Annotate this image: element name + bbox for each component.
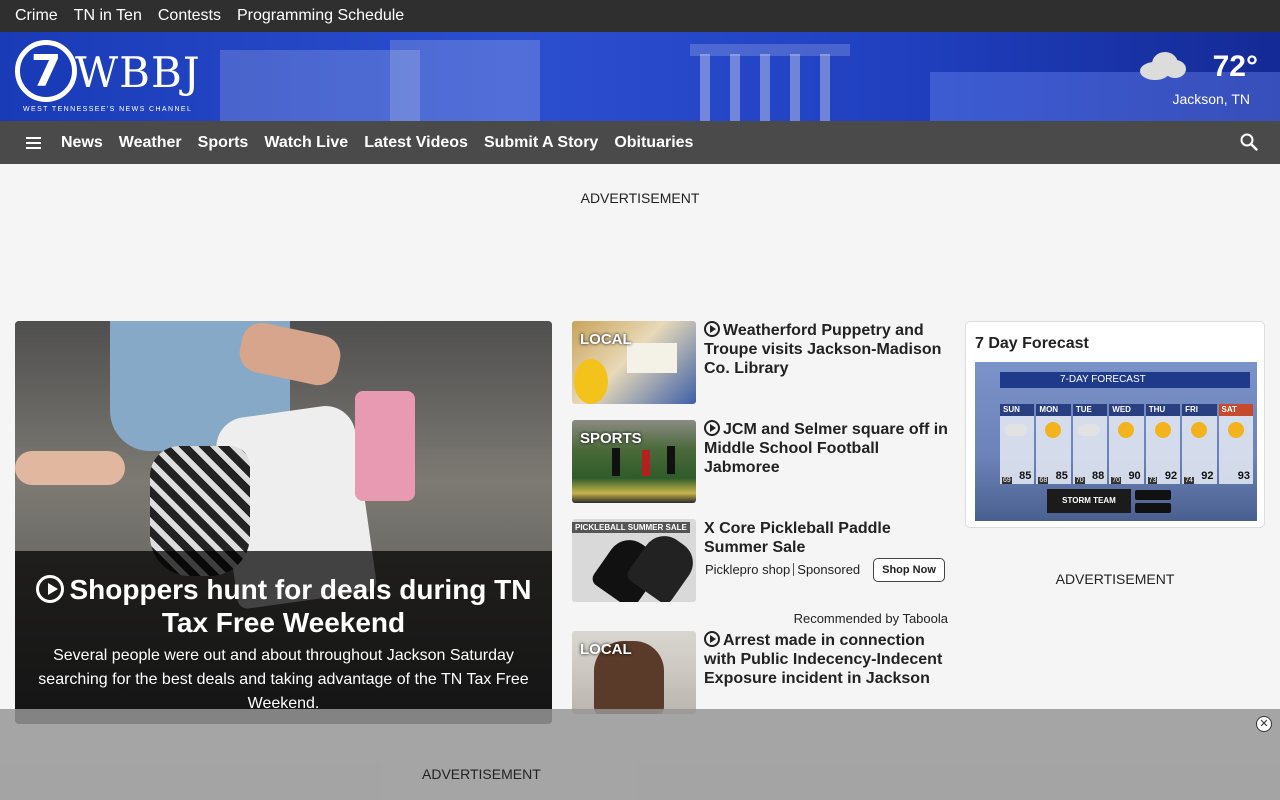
hero-story[interactable]: Shoppers hunt for deals during TN Tax Fr… xyxy=(15,321,552,724)
utility-link-programming-schedule[interactable]: Programming Schedule xyxy=(237,7,404,25)
site-logo[interactable]: 7 WBBJ WEST TENNESSEE'S NEWS CHANNEL xyxy=(15,40,205,116)
cloudy-icon xyxy=(1140,52,1186,80)
story-category-badge: SPORTS xyxy=(580,430,642,447)
app-store-badge xyxy=(1135,503,1171,513)
shop-now-button[interactable]: Shop Now xyxy=(873,558,945,582)
sun-icon xyxy=(1045,422,1062,438)
nav-sports[interactable]: Sports xyxy=(198,134,249,152)
nav-submit-a-story[interactable]: Submit A Story xyxy=(484,134,598,152)
taboola-attribution[interactable]: Recommended by Taboola xyxy=(572,611,948,626)
story-headline[interactable]: Arrest made in connection with Public In… xyxy=(704,631,948,688)
play-video-icon xyxy=(35,575,64,603)
weather-location: Jackson, TN xyxy=(1172,91,1250,107)
play-video-icon xyxy=(704,321,720,337)
cloud-rain-icon xyxy=(1005,424,1027,436)
column-graphic xyxy=(700,54,710,121)
building-graphic xyxy=(390,40,540,121)
column-graphic xyxy=(790,54,800,121)
search-icon[interactable] xyxy=(1240,133,1258,151)
storm-team-logo: STORM TEAM WEATHER xyxy=(1047,489,1131,521)
sponsored-headline[interactable]: X Core Pickleball Paddle Summer Sale xyxy=(704,519,948,557)
sponsor-attribution: Picklepro shop Sponsored xyxy=(705,562,860,577)
logo-tagline: WEST TENNESSEE'S NEWS CHANNEL xyxy=(23,106,193,113)
story-thumbnail[interactable]: SPORTS xyxy=(572,420,696,503)
main-nav: News Weather Sports Watch Live Latest Vi… xyxy=(0,121,1280,164)
forecast-day: THU 73 92 xyxy=(1145,404,1181,484)
ad-label-top: ADVERTISEMENT xyxy=(580,190,700,206)
forecast-day: SUN 69 85 xyxy=(1000,404,1035,484)
forecast-days: SUN 69 85 MON 68 85 TUE 70 88 WED 70 90 THU 73 92 … xyxy=(1000,404,1255,484)
column-graphic xyxy=(820,54,830,121)
site-header-banner: 7 WBBJ WEST TENNESSEE'S NEWS CHANNEL 72°… xyxy=(0,32,1280,121)
forecast-day: TUE 70 88 xyxy=(1072,404,1108,484)
forecast-day: MON 68 85 xyxy=(1036,404,1071,484)
story-thumbnail[interactable]: LOCAL xyxy=(572,631,696,714)
cloud-icon xyxy=(1077,424,1100,436)
logo-letters: WBBJ xyxy=(75,48,201,97)
nav-weather[interactable]: Weather xyxy=(119,134,182,152)
utility-link-contests[interactable]: Contests xyxy=(158,7,221,25)
sponsored-thumbnail[interactable]: PICKLEBALL SUMMER SALE xyxy=(572,519,696,602)
story-category-badge: LOCAL xyxy=(580,641,632,658)
ad-label-right: ADVERTISEMENT xyxy=(1055,571,1175,587)
header-weather-widget[interactable]: 72° Jackson, TN xyxy=(1140,50,1262,110)
forecast-day: SAT 93 xyxy=(1218,404,1253,484)
forecast-graphic[interactable]: 7-DAY FORECAST SUN 69 85 MON 68 85 TUE 70 88 W… xyxy=(975,362,1257,521)
utility-link-tn-in-ten[interactable]: TN in Ten xyxy=(74,7,142,25)
logo-seven: 7 xyxy=(15,40,77,102)
nav-obituaries[interactable]: Obituaries xyxy=(614,134,693,152)
list-item[interactable]: LOCAL Weatherford Puppetry and Troupe vi… xyxy=(572,321,952,404)
menu-icon[interactable] xyxy=(26,136,41,149)
sponsor-name[interactable]: Picklepro shop xyxy=(705,562,790,577)
play-video-icon xyxy=(704,420,720,436)
utility-bar: Crime TN in Ten Contests Programming Sch… xyxy=(0,0,1280,32)
sponsored-list-item[interactable]: PICKLEBALL SUMMER SALE X Core Pickleball… xyxy=(572,519,952,602)
sun-icon xyxy=(1191,422,1208,438)
forecast-day: FRI 74 92 xyxy=(1182,404,1217,484)
hero-summary: Several people were out and about throug… xyxy=(38,647,529,712)
nav-latest-videos[interactable]: Latest Videos xyxy=(364,134,468,152)
forecast-graphic-header: 7-DAY FORECAST xyxy=(1000,372,1250,388)
hero-headline[interactable]: Shoppers hunt for deals during TN Tax Fr… xyxy=(25,573,542,639)
column-graphic xyxy=(730,54,740,121)
story-headline[interactable]: JCM and Selmer square off in Middle Scho… xyxy=(704,420,948,477)
sun-icon xyxy=(1227,422,1244,438)
story-thumbnail[interactable]: LOCAL xyxy=(572,321,696,404)
play-video-icon xyxy=(704,631,720,647)
story-category-badge: LOCAL xyxy=(580,331,632,348)
forecast-widget[interactable]: 7 Day Forecast 7-DAY FORECAST SUN 69 85 MO… xyxy=(965,321,1265,528)
utility-link-crime[interactable]: Crime xyxy=(15,7,58,25)
sun-icon xyxy=(1118,422,1135,438)
current-temperature: 72° xyxy=(1212,50,1258,83)
list-item[interactable]: LOCAL Arrest made in connection with Pub… xyxy=(572,631,952,714)
sponsored-label: Sponsored xyxy=(797,562,861,577)
nav-watch-live[interactable]: Watch Live xyxy=(264,134,348,152)
colonnade-graphic xyxy=(690,44,850,56)
list-item[interactable]: SPORTS JCM and Selmer square off in Midd… xyxy=(572,420,952,503)
sun-icon xyxy=(1154,422,1171,438)
ad-label-bottom: ADVERTISEMENT xyxy=(422,766,541,782)
sticky-ad-bar: ADVERTISEMENT ✕ xyxy=(0,709,1280,800)
close-icon[interactable]: ✕ xyxy=(1256,716,1272,732)
story-headline[interactable]: Weatherford Puppetry and Troupe visits J… xyxy=(704,321,948,378)
nav-news[interactable]: News xyxy=(61,134,103,152)
forecast-title: 7 Day Forecast xyxy=(975,335,1089,352)
column-graphic xyxy=(760,54,770,121)
google-play-badge xyxy=(1135,490,1171,500)
forecast-day: WED 70 90 xyxy=(1109,404,1144,484)
